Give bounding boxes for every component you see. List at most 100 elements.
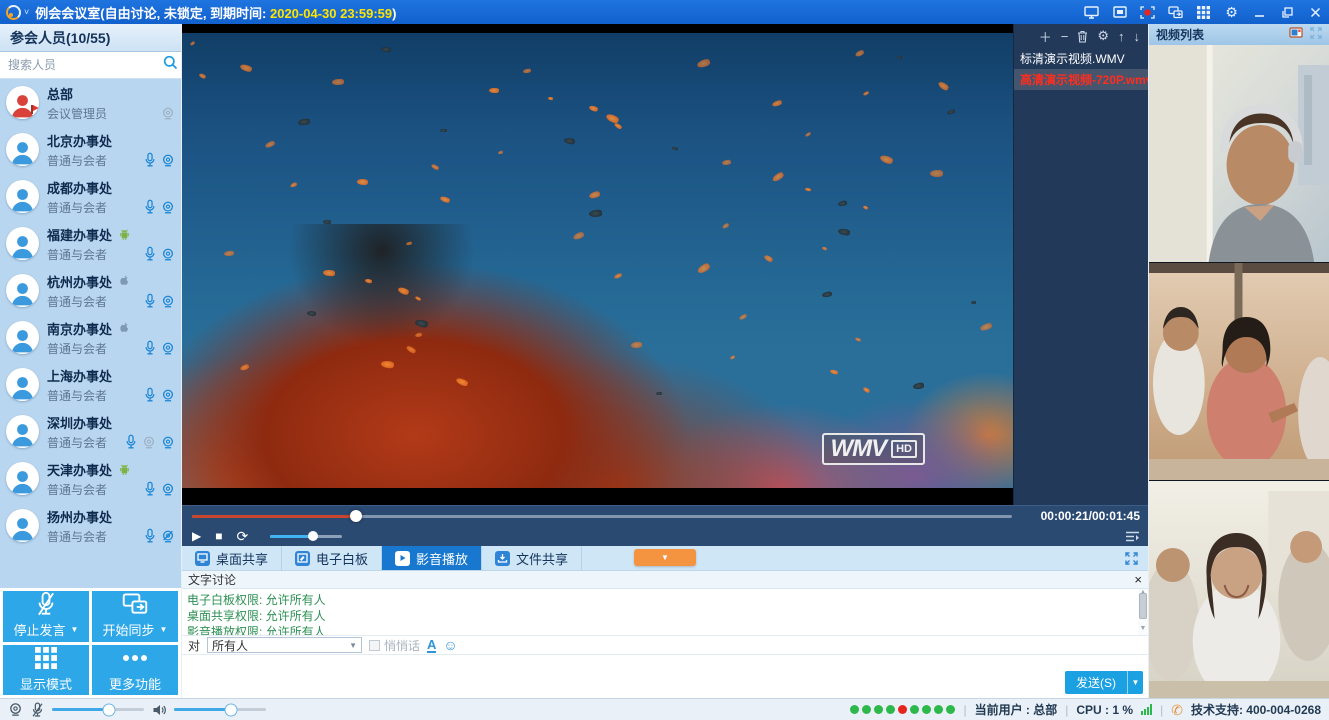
volume-thumb[interactable] [308, 531, 318, 541]
search-icon[interactable] [163, 55, 178, 75]
chat-close-icon[interactable]: × [1134, 573, 1142, 586]
sync-icon[interactable] [1168, 6, 1183, 19]
action-button-more[interactable]: 更多功能 [92, 645, 178, 696]
mic-icon[interactable] [144, 481, 156, 497]
participant-row[interactable]: 福建办事处普通与会者 [0, 220, 181, 267]
whisper-option[interactable]: 悄悄话 [369, 637, 420, 654]
webcam-icon[interactable] [161, 200, 175, 215]
progress-thumb[interactable] [350, 510, 362, 522]
webcam-off-icon[interactable] [161, 529, 175, 544]
send-button[interactable]: 发送(S) ▼ [1065, 671, 1143, 694]
action-button-grid[interactable]: 显示模式 [3, 645, 89, 696]
stop-button[interactable]: ■ [215, 529, 222, 543]
fullscreen-icon[interactable] [1115, 546, 1148, 570]
playlist-toolbar: ＋ − ⚙ ↑ ↓ [1014, 24, 1148, 48]
action-button-mic-off[interactable]: 停止发言▼ [3, 591, 89, 642]
status-dot [898, 705, 907, 714]
video-thumbnail-3[interactable] [1149, 481, 1329, 698]
webcam-icon[interactable] [161, 435, 175, 450]
tab-whiteboard[interactable]: 电子白板 [282, 546, 382, 570]
speaker-volume-slider[interactable] [174, 708, 266, 711]
recipient-select[interactable]: 所有人▼ [207, 637, 362, 653]
playlist-settings-icon[interactable]: ⚙ [1097, 28, 1109, 44]
webcam-inactive-icon[interactable] [142, 435, 156, 450]
close-button[interactable] [1308, 6, 1323, 19]
webcam-inactive-icon[interactable] [161, 106, 175, 121]
webcam-icon[interactable] [161, 153, 175, 168]
webcam-icon[interactable] [161, 388, 175, 403]
playlist-item-selected[interactable]: 高清演示视频-720P.wmv删除 [1014, 69, 1148, 90]
mic-icon[interactable] [144, 387, 156, 403]
playlist-remove-icon[interactable]: − [1061, 29, 1069, 44]
move-up-icon[interactable]: ↑ [1118, 29, 1125, 44]
chevron-down-icon[interactable]: ▼ [160, 625, 168, 634]
video-expand-icon[interactable] [1310, 27, 1322, 42]
tab-file-share[interactable]: 文件共享 [482, 546, 582, 570]
tab-media-playback[interactable]: 影音播放 [382, 546, 482, 570]
send-options-caret[interactable]: ▼ [1127, 671, 1143, 694]
mic-icon[interactable] [144, 528, 156, 544]
webcam-icon[interactable] [161, 247, 175, 262]
playlist-item[interactable]: 标清演示视频.WMV [1014, 48, 1148, 69]
collapse-panel-handle[interactable]: ▼ [634, 549, 696, 566]
participant-row[interactable]: 深圳办事处普通与会者 [0, 408, 181, 455]
whisper-checkbox[interactable] [369, 640, 380, 651]
volume-slider[interactable] [270, 535, 342, 538]
webcam-icon[interactable] [161, 294, 175, 309]
video-thumbnail-1[interactable] [1149, 45, 1329, 262]
speaker-icon[interactable] [152, 703, 166, 717]
playlist-toggle-icon[interactable] [1125, 526, 1140, 546]
participant-row[interactable]: 南京办事处普通与会者 [0, 314, 181, 361]
mic-volume-thumb[interactable] [103, 703, 116, 716]
participant-row[interactable]: 天津办事处普通与会者 [0, 455, 181, 502]
mic-icon[interactable] [144, 340, 156, 356]
webcam-status-icon[interactable] [8, 702, 23, 717]
settings-gear-icon[interactable]: ⚙ [1224, 6, 1239, 19]
mic-icon[interactable] [144, 246, 156, 262]
chevron-down-icon[interactable]: ▼ [71, 625, 79, 634]
participant-row[interactable]: 成都办事处普通与会者 [0, 173, 181, 220]
search-input[interactable] [8, 58, 163, 72]
maximize-button[interactable] [1280, 6, 1295, 19]
speaker-volume-thumb[interactable] [225, 703, 238, 716]
participant-row[interactable]: 上海办事处普通与会者 [0, 361, 181, 408]
trash-icon[interactable] [1077, 30, 1088, 43]
mic-icon[interactable] [144, 152, 156, 168]
video-thumbnail-2[interactable] [1149, 263, 1329, 480]
participant-role: 普通与会者 [47, 340, 144, 357]
mic-icon[interactable] [144, 293, 156, 309]
mic-muted-icon[interactable] [31, 702, 44, 718]
mic-volume-slider[interactable] [52, 708, 144, 711]
participant-role: 普通与会者 [47, 293, 144, 310]
chevron-down-icon[interactable]: ˅ [24, 7, 29, 17]
scrollbar-thumb[interactable] [1139, 593, 1147, 619]
grid-icon [35, 647, 57, 669]
layout-grid-icon[interactable] [1196, 6, 1211, 19]
playlist-add-icon[interactable]: ＋ [1039, 27, 1052, 46]
move-down-icon[interactable]: ↓ [1134, 29, 1141, 44]
participant-row[interactable]: 总部会议管理员 [0, 79, 181, 126]
mic-icon[interactable] [144, 199, 156, 215]
participant-row[interactable]: 北京办事处普通与会者 [0, 126, 181, 173]
window-mode-icon[interactable] [1112, 6, 1127, 19]
font-style-icon[interactable]: A [427, 638, 436, 653]
mic-icon[interactable] [125, 434, 137, 450]
scroll-down-icon[interactable]: ▼ [1140, 625, 1147, 635]
webcam-icon[interactable] [161, 482, 175, 497]
tab-desktop-share[interactable]: 桌面共享 [182, 546, 282, 570]
webcam-icon[interactable] [161, 341, 175, 356]
video-display-mode-icon[interactable] [1289, 27, 1303, 42]
play-button[interactable]: ▶ [192, 529, 201, 543]
chat-input-area[interactable]: 发送(S) ▼ [182, 655, 1148, 698]
participant-row[interactable]: 杭州办事处普通与会者 [0, 267, 181, 314]
replay-button[interactable]: ⟳ [236, 528, 248, 545]
record-icon[interactable] [1140, 6, 1155, 19]
media-player-display[interactable]: WMV HD [182, 24, 1013, 505]
action-button-sync[interactable]: 开始同步▼ [92, 591, 178, 642]
chat-scrollbar[interactable]: ▲ ▼ [1138, 589, 1148, 635]
minimize-button[interactable] [1252, 6, 1267, 19]
participant-row[interactable]: 扬州办事处普通与会者 [0, 502, 181, 549]
screen-share-icon[interactable] [1084, 6, 1099, 19]
progress-bar[interactable] [192, 515, 1012, 518]
emoji-icon[interactable]: ☺ [443, 638, 457, 652]
